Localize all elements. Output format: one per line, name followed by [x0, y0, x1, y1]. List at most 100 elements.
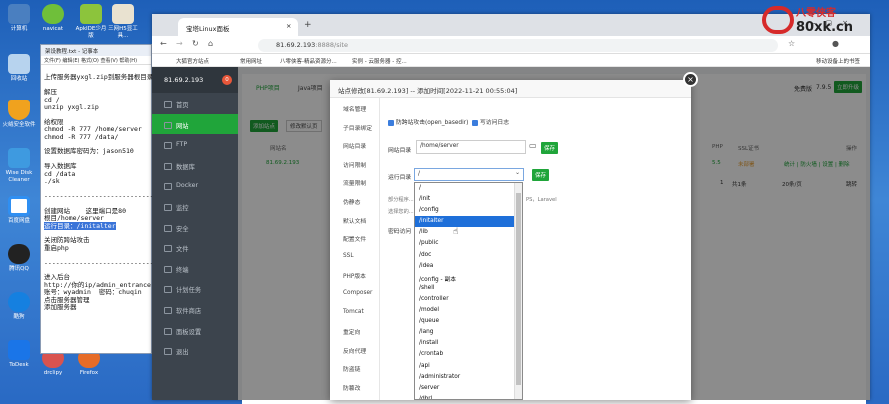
apkide-icon — [80, 4, 102, 24]
desktop-icon-apkide[interactable]: ApkIDE少月版 — [74, 4, 108, 40]
bookmark-item[interactable]: 移动设备上的书签 — [816, 57, 860, 65]
modal-nav-item[interactable]: Composer — [343, 290, 372, 296]
desktop-icon-kugou[interactable]: 酷狗 — [2, 292, 36, 321]
bookmark-item[interactable]: 常用网址 — [240, 57, 262, 65]
dropdown-option[interactable]: /doc — [415, 250, 516, 261]
sidebar-item[interactable]: 终端 — [152, 258, 238, 279]
sidebar-item[interactable]: 监控 — [152, 196, 238, 217]
site-dir-save-button[interactable]: 保存 — [541, 142, 559, 154]
run-dir-dropdown[interactable]: //init/config/initalter/lib/public/doc/i… — [414, 182, 523, 400]
dropdown-option[interactable]: /install — [415, 338, 516, 349]
h5-tool-icon — [112, 4, 134, 24]
modal-nav-item[interactable]: 网站目录 — [343, 141, 366, 150]
sidebar-item[interactable]: 首页 — [152, 93, 238, 114]
sidebar-item[interactable]: 安全 — [152, 217, 238, 238]
modal-nav-item[interactable]: 默认文档 — [343, 216, 366, 225]
dropdown-option[interactable]: /initalter — [415, 216, 516, 228]
tab-close-icon[interactable]: × — [286, 22, 291, 30]
bookmark-item[interactable]: 实例 - 云服务器 - 控... — [352, 57, 407, 65]
dropdown-scrollbar[interactable] — [514, 183, 522, 399]
dropdown-option[interactable]: /queue — [415, 316, 516, 327]
address-bar[interactable]: 81.69.2.193:8888/site — [258, 39, 778, 52]
notepad-window[interactable]: 架设教程.txt - 记事本 文件(F) 编辑(E) 格式(O) 查看(V) 帮… — [40, 44, 167, 354]
modal-nav-item[interactable]: Tomcat — [343, 309, 364, 315]
forward-icon[interactable]: → — [176, 39, 183, 48]
bookmarks-bar: 大狐官方站点 常用网址 八零侠客-精品资源分... 实例 - 云服务器 - 控.… — [152, 54, 870, 67]
notepad-line: 设置数据库密码为：jason510 — [44, 147, 134, 156]
modal-nav-item[interactable]: 防盗链 — [343, 364, 360, 373]
sidebar-item[interactable]: 计划任务 — [152, 278, 238, 299]
modal-nav-item[interactable]: 访问限制 — [343, 160, 366, 169]
home-icon[interactable]: ⌂ — [208, 39, 213, 48]
todesk-icon — [8, 340, 30, 360]
dropdown-option[interactable]: /lib — [415, 227, 516, 238]
run-dir-select[interactable]: / ⌄ — [414, 168, 524, 181]
desktop-icon-baidu[interactable]: 百度网盘 — [2, 196, 36, 225]
sidebar-item[interactable]: 面板设置 — [152, 320, 238, 341]
dropdown-option[interactable]: /config — [415, 205, 516, 216]
notepad-line: 重启php — [44, 243, 69, 252]
sidebar-item[interactable]: 文件 — [152, 237, 238, 258]
dropdown-option[interactable]: /lang — [415, 327, 516, 338]
desktop-icon-navicat[interactable]: navicat — [36, 4, 70, 33]
dropdown-option[interactable]: / — [415, 183, 516, 194]
desktop-icon-todesk[interactable]: ToDesk — [2, 340, 36, 369]
sidebar-item[interactable]: 网站 — [152, 113, 238, 135]
dropdown-option[interactable]: /config - 副本 — [415, 272, 516, 283]
sidebar-item[interactable]: FTP — [152, 134, 238, 155]
desktop-icon-computer[interactable]: 计算机 — [2, 4, 36, 33]
run-dir-save-button[interactable]: 保存 — [532, 169, 550, 181]
browser-tab[interactable]: 宝塔Linux面板 × — [178, 18, 298, 36]
dropdown-option[interactable]: /dbrl — [415, 394, 516, 399]
back-icon[interactable]: ← — [160, 39, 167, 48]
dropdown-option[interactable]: /public — [415, 238, 516, 249]
dropdown-option[interactable]: /administrator — [415, 372, 516, 383]
access-log-checkbox[interactable]: 写访问日志 — [472, 117, 509, 126]
modal-nav-item[interactable]: PHP版本 — [343, 271, 366, 280]
dropdown-option[interactable]: /controller — [415, 294, 516, 305]
modal-nav-item[interactable]: 配置文件 — [343, 234, 366, 243]
desktop-icon-huorong[interactable]: 火绒安全软件 — [2, 100, 36, 129]
new-tab-icon[interactable]: + — [304, 20, 312, 30]
desktop-icon-recycle[interactable]: 回收站 — [2, 54, 36, 83]
modal-nav-item[interactable]: 流量限制 — [343, 178, 366, 187]
modal-nav-item[interactable]: 重定向 — [343, 327, 360, 336]
site-dir-input[interactable]: /home/server — [416, 140, 526, 154]
modal-nav-item[interactable]: 子目录绑定 — [343, 123, 372, 132]
selected-text: 运行目录：/initalter — [44, 221, 116, 230]
modal-close-icon[interactable]: × — [683, 72, 698, 87]
dropdown-option[interactable]: /crontab — [415, 349, 516, 360]
bookmark-item[interactable]: 大狐官方站点 — [176, 57, 209, 65]
modal-nav-item[interactable]: 防篡改 — [343, 383, 360, 392]
notepad-line: 添加服务器 — [44, 303, 77, 311]
sidebar-header: 81.69.2.193 0 — [152, 67, 238, 93]
anti-xss-checkbox[interactable]: 防跨站攻击(open_basedir) — [388, 117, 468, 126]
sidebar-item[interactable]: 软件商店 — [152, 299, 238, 320]
panel-sidebar: 81.69.2.193 0 首页 网站 FTP 数据库 Docker 监控 安全 文件 终端 计划任… — [152, 67, 238, 400]
mouse-cursor-icon: ☝ — [453, 227, 459, 237]
modal-nav-item[interactable]: SSL — [343, 253, 354, 259]
dropdown-option[interactable]: /init — [415, 194, 516, 205]
dropdown-option[interactable]: /idea — [415, 261, 516, 272]
scrollbar-thumb[interactable] — [516, 193, 521, 385]
folder-icon[interactable]: ▭ — [529, 141, 537, 150]
notepad-line: chmod -R 777 /data/ — [44, 132, 119, 141]
dropdown-option[interactable]: /shell — [415, 283, 516, 294]
notification-badge[interactable]: 0 — [222, 75, 232, 85]
notepad-menu[interactable]: 文件(F) 编辑(E) 格式(O) 查看(V) 帮助(H) — [41, 56, 151, 65]
desktop-icon-wisedisk[interactable]: Wise Disk Cleaner — [2, 148, 36, 184]
modal-nav-item[interactable]: 反向代理 — [343, 346, 366, 355]
modal-nav-item[interactable]: 域名管理 — [343, 104, 366, 113]
sidebar-item[interactable]: Docker — [152, 175, 238, 196]
notepad-text-area[interactable]: 上传服务器yxgl.zip到服务器根目录 解压 cd / unzip yxgl.zi… — [41, 65, 167, 313]
sidebar-item[interactable]: 退出 — [152, 340, 238, 361]
desktop-icon-h5tool[interactable]: 三网H5显工具... — [106, 4, 140, 40]
desktop-icon-qq[interactable]: 腾讯QQ — [2, 244, 36, 273]
modal-nav-item[interactable]: 伪静态 — [343, 197, 360, 206]
bookmark-item[interactable]: 八零侠客-精品资源分... — [280, 57, 337, 65]
sidebar-item[interactable]: 数据库 — [152, 155, 238, 176]
dropdown-option[interactable]: /server — [415, 383, 516, 394]
dropdown-option[interactable]: /api — [415, 361, 516, 372]
reload-icon[interactable]: ↻ — [192, 39, 199, 48]
dropdown-option[interactable]: /model — [415, 305, 516, 316]
